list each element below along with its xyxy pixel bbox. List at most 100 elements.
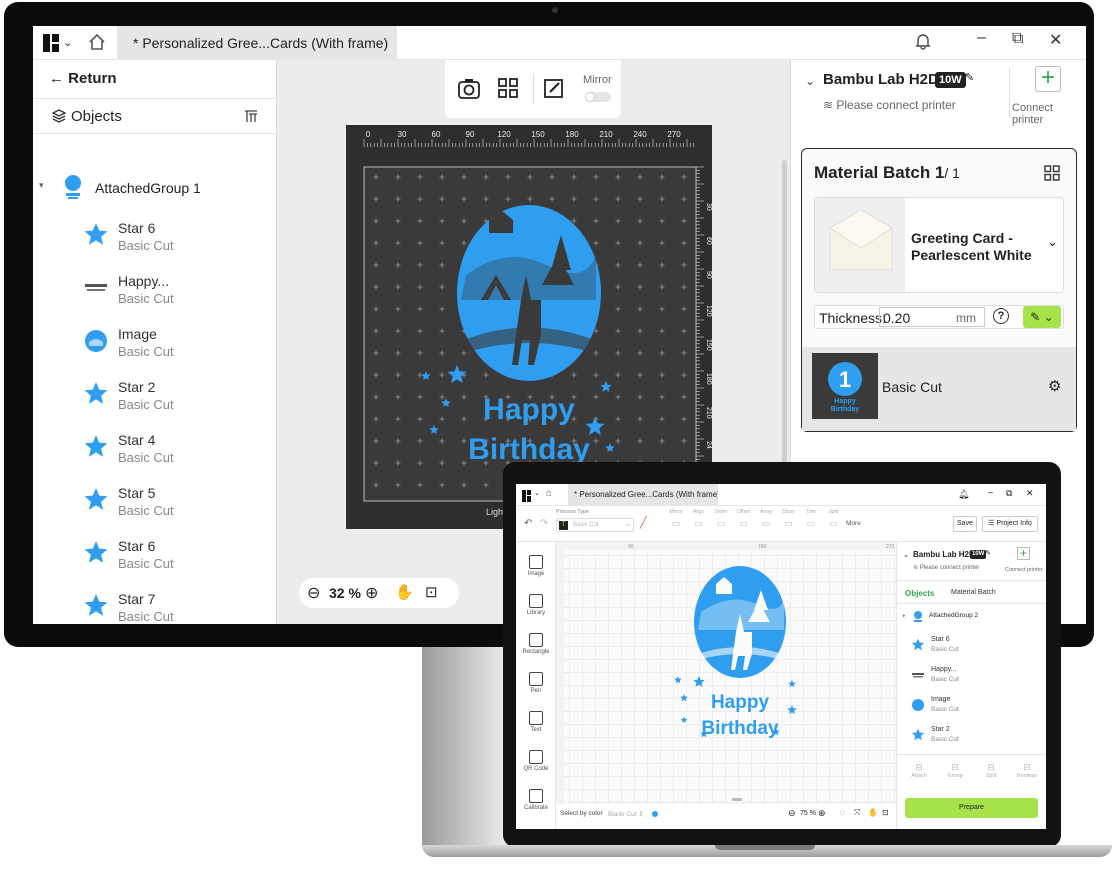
laptop-zoom-control: ⊖ 75 % ⊕ ◌ ⤧ ✋ ⊡ bbox=[788, 808, 896, 822]
lasso-icon[interactable]: ◌ bbox=[840, 808, 845, 817]
laptop-file-tab[interactable]: * Personalized Gree...Cards (With frame) bbox=[568, 484, 718, 506]
chevron-down-icon[interactable]: ⌄ bbox=[63, 36, 72, 49]
blade-select[interactable]: ✎ ⌄ bbox=[1023, 306, 1061, 328]
object-item[interactable]: Star 7 Basic Cut bbox=[83, 589, 263, 624]
sort-icon[interactable] bbox=[243, 108, 259, 124]
tool-library[interactable]: Library bbox=[516, 589, 556, 629]
hand-icon[interactable]: ✋ bbox=[395, 583, 414, 601]
bell-icon[interactable]: 🔔︎ bbox=[958, 489, 969, 500]
canvas-scrollbar[interactable] bbox=[782, 160, 787, 490]
fit-view-icon[interactable]: ⊡ bbox=[425, 583, 438, 601]
toolbar-group-0[interactable]: Mirror ▭ bbox=[666, 509, 686, 529]
add-printer-icon[interactable]: + bbox=[1035, 66, 1061, 92]
group-collapse-icon[interactable]: ▾ bbox=[39, 180, 44, 191]
object-item[interactable]: Star 2 Basic Cut bbox=[907, 726, 1037, 756]
home-icon[interactable]: ⌂ bbox=[546, 488, 552, 499]
batch-item[interactable]: 1 Happy Birthday Basic Cut ⚙ bbox=[802, 347, 1076, 431]
object-item[interactable]: Image Basic Cut bbox=[907, 696, 1037, 726]
tool-calibrate[interactable]: Calibrate bbox=[516, 784, 556, 824]
group-name[interactable]: AttachedGroup 2 bbox=[929, 612, 978, 619]
object-item[interactable]: Star 6 Basic Cut bbox=[83, 536, 263, 589]
thickness-input[interactable]: 0.20 mm bbox=[879, 307, 985, 327]
toolbar-group-3[interactable]: Offset ▭ bbox=[734, 509, 754, 529]
color-swatch[interactable] bbox=[652, 811, 658, 817]
toolbar-group-7[interactable]: Split ▭ bbox=[824, 509, 844, 529]
object-item[interactable]: Star 6 Basic Cut bbox=[83, 218, 263, 271]
pencil-icon[interactable]: ✎ bbox=[965, 71, 974, 84]
close-icon[interactable]: ✕ bbox=[1026, 488, 1034, 499]
select-icon[interactable]: ⤧ bbox=[854, 808, 860, 818]
return-button[interactable]: ← Return bbox=[49, 70, 117, 87]
toolbar-group-1[interactable]: Align ▭ bbox=[689, 509, 709, 529]
tool-rectangle[interactable]: Rectangle bbox=[516, 628, 556, 668]
add-printer-icon[interactable]: + bbox=[1017, 547, 1030, 560]
chevron-down-icon[interactable]: ⌄ bbox=[903, 551, 909, 559]
laptop-canvas[interactable]: 90 180 270 Happy Birthday Select by colo… bbox=[556, 542, 896, 829]
redo-icon[interactable]: ↷ bbox=[540, 518, 548, 529]
tool-image[interactable]: Image bbox=[516, 550, 556, 590]
pencil-icon[interactable]: ✎ bbox=[985, 549, 991, 557]
file-tab[interactable]: * Personalized Gree...Cards (With frame) bbox=[117, 26, 397, 60]
zoom-in-icon[interactable]: ⊕ bbox=[365, 583, 378, 603]
group-name[interactable]: AttachedGroup 1 bbox=[95, 180, 201, 196]
grid-icon[interactable] bbox=[497, 77, 519, 99]
connect-printer-button[interactable]: Connect printer bbox=[1005, 567, 1043, 573]
laptop-printer-name[interactable]: Bambu Lab H2D bbox=[913, 550, 975, 559]
chevron-down-icon[interactable]: ⌄ bbox=[805, 74, 815, 88]
tab-objects[interactable]: Objects bbox=[905, 589, 934, 598]
toolbar-group-4[interactable]: Array ▭ bbox=[756, 509, 776, 529]
object-item[interactable]: Image Basic Cut bbox=[83, 324, 263, 377]
undo-icon[interactable]: ↶ bbox=[524, 518, 532, 529]
tool-text[interactable]: Text bbox=[516, 706, 556, 746]
bell-icon[interactable] bbox=[915, 32, 931, 55]
app-logo-icon[interactable] bbox=[522, 489, 532, 502]
minimize-icon[interactable]: – bbox=[988, 487, 993, 497]
chevron-down-icon[interactable]: ⌄ bbox=[1047, 234, 1058, 250]
mirror-toggle[interactable] bbox=[585, 92, 611, 102]
group-collapse-icon[interactable]: ▸ bbox=[903, 613, 906, 619]
toolbar-group-5[interactable]: Slicer ▭ bbox=[779, 509, 799, 529]
hand-icon[interactable]: ✋ bbox=[868, 808, 878, 817]
material-select[interactable]: Greeting Card - Pearlescent White ⌄ bbox=[814, 197, 1064, 293]
process-type-select[interactable]: T Basic Cut ⌄ bbox=[556, 518, 634, 532]
fit-view-icon[interactable]: ⊡ bbox=[882, 808, 889, 817]
restore-icon[interactable]: ⧉ bbox=[1006, 488, 1012, 499]
gear-icon[interactable]: ⚙ bbox=[1048, 377, 1061, 395]
color-pen-icon[interactable]: ╱ bbox=[640, 516, 647, 529]
action-split[interactable]: ⊟ Split bbox=[975, 762, 1007, 779]
camera-icon[interactable] bbox=[457, 77, 481, 101]
connect-printer-button[interactable]: Connect printer bbox=[1012, 102, 1086, 126]
zoom-in-icon[interactable]: ⊕ bbox=[818, 808, 826, 819]
help-icon[interactable]: ? bbox=[993, 308, 1009, 324]
zoom-out-icon[interactable]: ⊖ bbox=[788, 808, 796, 819]
save-button[interactable]: Save bbox=[953, 516, 977, 532]
minimize-icon[interactable]: – bbox=[977, 29, 986, 47]
home-icon[interactable] bbox=[87, 32, 107, 52]
toolbar-group-6[interactable]: Trim ▭ bbox=[801, 509, 821, 529]
object-item[interactable]: Star 6 Basic Cut bbox=[907, 636, 1037, 666]
tab-material-batch[interactable]: Material Batch bbox=[951, 589, 996, 596]
toolbar-group-2[interactable]: Order ▭ bbox=[711, 509, 731, 529]
close-icon[interactable]: ✕ bbox=[1049, 30, 1062, 50]
object-item[interactable]: Star 2 Basic Cut bbox=[83, 377, 263, 430]
object-item[interactable]: Star 5 Basic Cut bbox=[83, 483, 263, 536]
select-by-color-select[interactable]: Blade Cut ⇕ bbox=[608, 810, 644, 818]
tool-qr-code[interactable]: QR Code bbox=[516, 745, 556, 785]
chevron-down-icon[interactable]: ⌄ bbox=[534, 489, 540, 497]
zoom-out-icon[interactable]: ⊖ bbox=[307, 583, 320, 603]
grid-icon[interactable] bbox=[1044, 165, 1060, 186]
printer-name[interactable]: Bambu Lab H2D bbox=[823, 71, 939, 88]
tool-pen[interactable]: Pen bbox=[516, 667, 556, 707]
restore-icon[interactable]: ⧉ bbox=[1012, 30, 1023, 48]
edit-icon[interactable] bbox=[543, 77, 565, 99]
action-group[interactable]: ⊟ Group bbox=[939, 762, 971, 779]
object-item[interactable]: Star 4 Basic Cut bbox=[83, 430, 263, 483]
prepare-button[interactable]: Prepare bbox=[905, 798, 1038, 818]
action-boolean[interactable]: ⊟ Boolean bbox=[1011, 762, 1043, 779]
app-logo-icon[interactable] bbox=[43, 34, 61, 52]
project-info-button[interactable]: ☰ Project Info bbox=[982, 516, 1038, 532]
more-menu[interactable]: More bbox=[846, 520, 861, 527]
action-attach[interactable]: ⊟ Attach bbox=[903, 762, 935, 779]
object-item[interactable]: Happy... Basic Cut bbox=[907, 666, 1037, 696]
object-item[interactable]: Happy... Basic Cut bbox=[83, 271, 263, 324]
